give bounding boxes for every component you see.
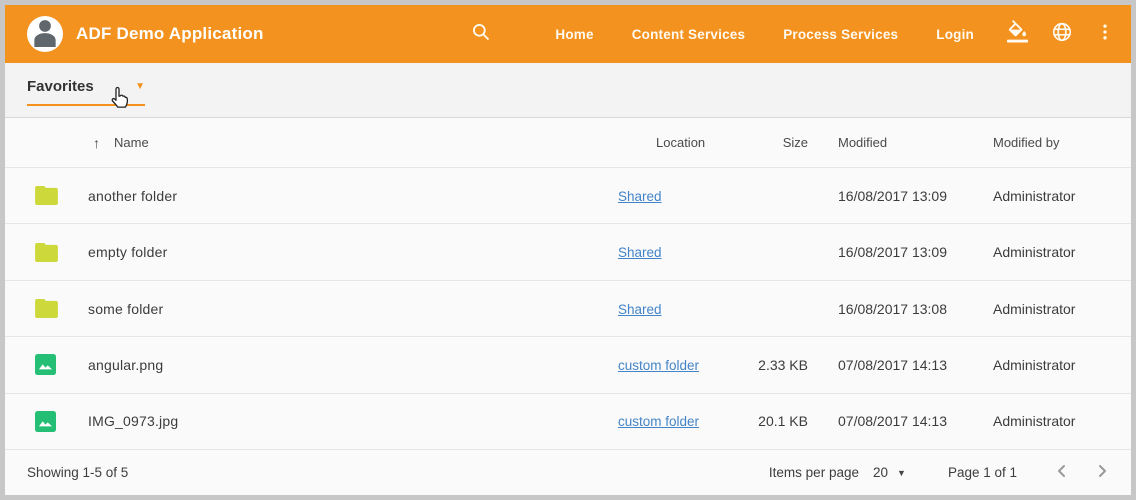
file-name: empty folder	[88, 244, 618, 260]
column-header-modified-by[interactable]: Modified by	[981, 135, 1111, 150]
nav-item-process-services[interactable]: Process Services	[783, 27, 898, 42]
table-header-row: ↑ Name Location Size Modified Modified b…	[5, 118, 1131, 168]
modified-by-cell: Administrator	[981, 413, 1111, 429]
chevron-left-icon	[1055, 464, 1068, 481]
folder-icon	[35, 186, 88, 205]
dropdown-caret-icon: ▼	[135, 82, 145, 92]
modified-by-cell: Administrator	[981, 244, 1111, 260]
app-title: ADF Demo Application	[76, 24, 264, 44]
globe-icon	[1051, 21, 1073, 48]
file-name: angular.png	[88, 357, 618, 373]
dropdown-caret-icon: ▼	[897, 468, 906, 478]
location-cell: custom folder	[618, 413, 748, 429]
size-cell: 2.33 KB	[748, 357, 808, 373]
user-avatar[interactable]	[27, 16, 63, 52]
favorites-label: Favorites	[27, 78, 94, 95]
file-name: IMG_0973.jpg	[88, 413, 618, 429]
table-row[interactable]: another folder Shared 16/08/2017 13:09 A…	[5, 168, 1131, 224]
overflow-menu-button[interactable]	[1095, 22, 1115, 47]
items-per-page-label: Items per page	[769, 465, 859, 480]
previous-page-button[interactable]	[1055, 464, 1068, 481]
chevron-right-icon	[1096, 464, 1109, 481]
size-cell: 20.1 KB	[748, 413, 808, 429]
search-button[interactable]	[471, 22, 491, 47]
favorites-dropdown[interactable]: Favorites ▼	[27, 78, 145, 106]
items-per-page-value: 20	[873, 465, 888, 480]
theme-color-button[interactable]	[1006, 20, 1029, 48]
modified-cell: 07/08/2017 14:13	[808, 413, 981, 429]
image-file-icon	[35, 354, 88, 375]
location-cell: Shared	[618, 188, 748, 204]
location-link[interactable]: Shared	[618, 189, 662, 204]
page-indicator: Page 1 of 1	[948, 465, 1017, 480]
nav-item-login[interactable]: Login	[936, 27, 974, 42]
column-header-name[interactable]: ↑ Name	[88, 135, 618, 151]
view-selector-bar: Favorites ▼	[5, 63, 1131, 118]
location-link[interactable]: custom folder	[618, 414, 699, 429]
modified-by-cell: Administrator	[981, 357, 1111, 373]
person-icon	[29, 16, 61, 52]
table-row[interactable]: empty folder Shared 16/08/2017 13:09 Adm…	[5, 224, 1131, 280]
location-link[interactable]: Shared	[618, 302, 662, 317]
folder-icon	[35, 299, 88, 318]
showing-count-label: Showing 1-5 of 5	[27, 465, 128, 480]
folder-icon	[35, 243, 88, 262]
more-vert-icon	[1095, 22, 1115, 47]
file-name: another folder	[88, 188, 618, 204]
next-page-button[interactable]	[1096, 464, 1109, 481]
modified-cell: 07/08/2017 14:13	[808, 357, 981, 373]
column-header-size[interactable]: Size	[748, 135, 808, 150]
document-list: ↑ Name Location Size Modified Modified b…	[5, 118, 1131, 450]
location-cell: Shared	[618, 244, 748, 260]
format-color-fill-icon	[1006, 20, 1029, 48]
file-name: some folder	[88, 301, 618, 317]
table-row[interactable]: angular.png custom folder 2.33 KB 07/08/…	[5, 337, 1131, 393]
nav-item-content-services[interactable]: Content Services	[632, 27, 746, 42]
app-window: ADF Demo Application Home Content Servic…	[0, 0, 1136, 500]
modified-cell: 16/08/2017 13:09	[808, 244, 981, 260]
image-file-icon	[35, 411, 88, 432]
location-cell: Shared	[618, 301, 748, 317]
app-header: ADF Demo Application Home Content Servic…	[5, 5, 1131, 63]
nav-item-home[interactable]: Home	[555, 27, 593, 42]
table-row[interactable]: IMG_0973.jpg custom folder 20.1 KB 07/08…	[5, 394, 1131, 450]
location-link[interactable]: custom folder	[618, 358, 699, 373]
modified-cell: 16/08/2017 13:08	[808, 301, 981, 317]
column-header-modified[interactable]: Modified	[808, 135, 981, 150]
search-icon	[471, 22, 491, 47]
location-link[interactable]: Shared	[618, 245, 662, 260]
location-cell: custom folder	[618, 357, 748, 373]
sort-ascending-icon: ↑	[93, 135, 100, 151]
column-header-location[interactable]: Location	[618, 135, 748, 150]
language-button[interactable]	[1051, 21, 1073, 48]
pagination-bar: Showing 1-5 of 5 Items per page 20 ▼ Pag…	[5, 450, 1131, 495]
table-row[interactable]: some folder Shared 16/08/2017 13:08 Admi…	[5, 281, 1131, 337]
items-per-page-select[interactable]: 20 ▼	[873, 465, 906, 480]
modified-cell: 16/08/2017 13:09	[808, 188, 981, 204]
modified-by-cell: Administrator	[981, 301, 1111, 317]
modified-by-cell: Administrator	[981, 188, 1111, 204]
